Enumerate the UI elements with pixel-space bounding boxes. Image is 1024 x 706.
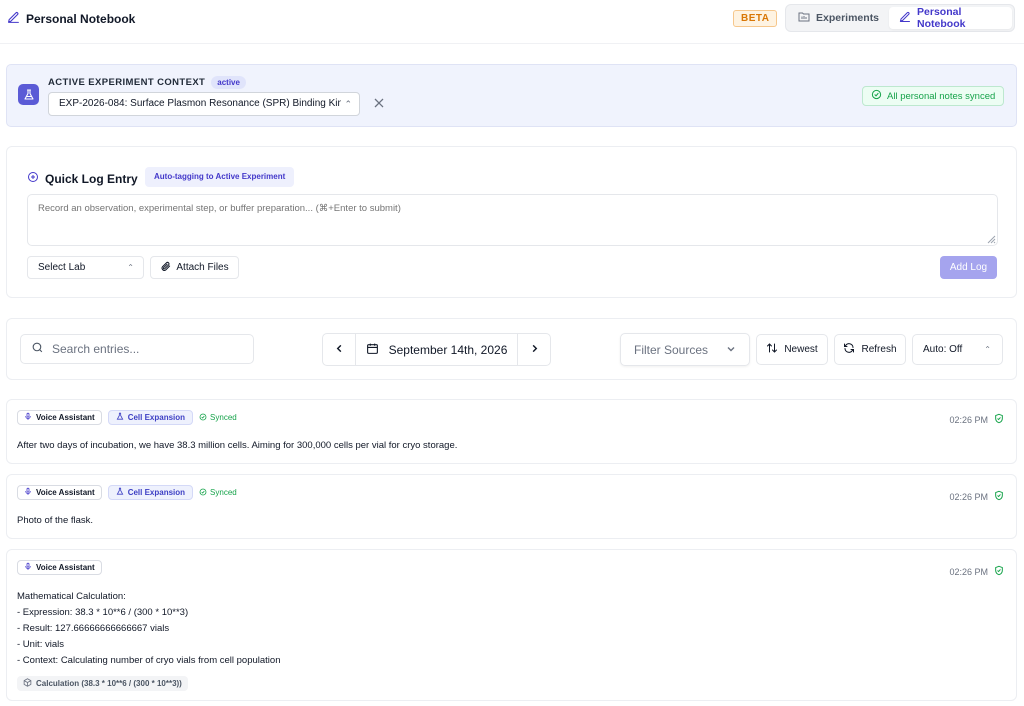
- search-input[interactable]: Search entries...: [20, 334, 254, 364]
- entry-line: - Unit: vials: [17, 639, 64, 650]
- flask-icon: [116, 412, 124, 423]
- source-tag: Voice Assistant: [17, 410, 102, 425]
- cube-icon: [23, 678, 32, 689]
- lab-select[interactable]: Select Lab ⌃: [27, 256, 144, 279]
- calculation-tag: Calculation (38.3 * 10**6 / (300 * 10**3…: [17, 676, 188, 691]
- microphone-icon: [24, 487, 32, 498]
- check-circle-icon: [199, 413, 207, 423]
- flask-icon: [116, 487, 124, 498]
- entry-line: Mathematical Calculation:: [17, 591, 126, 602]
- pencil-icon: [899, 11, 911, 26]
- app-header: Personal Notebook BETA Experiments Perso…: [0, 0, 1024, 44]
- refresh-icon: [843, 342, 855, 357]
- entry-timestamp: 02:26 PM: [949, 413, 1004, 426]
- check-circle-icon: [871, 89, 882, 103]
- synced-badge: Synced: [199, 413, 237, 423]
- source-tag: Voice Assistant: [17, 485, 102, 500]
- microphone-icon: [24, 412, 32, 423]
- paperclip-icon: [160, 261, 171, 275]
- resize-grip-icon[interactable]: [987, 235, 996, 244]
- refresh-button[interactable]: Refresh: [834, 334, 906, 365]
- personal-notebook-view-button[interactable]: Personal Notebook: [889, 6, 1012, 30]
- plus-circle-icon: [27, 171, 39, 186]
- experiment-tag[interactable]: Cell Expansion: [107, 485, 194, 500]
- chevron-down-icon: [726, 343, 736, 357]
- entry-line: - Expression: 38.3 * 10**6 / (300 * 10**…: [17, 607, 189, 618]
- active-experiment-panel: ACTIVE EXPERIMENT CONTEXT active EXP-202…: [6, 64, 1017, 127]
- updown-chevron-icon: ⌃: [984, 345, 991, 354]
- shield-check-icon: [994, 490, 1004, 503]
- source-tag: Voice Assistant: [17, 560, 102, 575]
- quick-log-panel: Quick Log Entry Auto-tagging to Active E…: [6, 146, 1017, 298]
- calendar-icon: [366, 342, 379, 358]
- attach-files-button[interactable]: Attach Files: [150, 256, 239, 279]
- entry-timestamp: 02:26 PM: [949, 490, 1004, 503]
- updown-chevron-icon: ⌃: [127, 263, 134, 272]
- search-icon: [31, 341, 44, 357]
- beta-badge: BETA: [733, 10, 778, 27]
- log-entry: Voice Assistant Cell Expansion Synced 02…: [6, 399, 1017, 464]
- app-title-text: Personal Notebook: [26, 12, 136, 26]
- pencil-icon: [7, 11, 20, 27]
- flask-icon: [18, 84, 39, 105]
- shield-check-icon: [994, 565, 1004, 578]
- previous-day-button[interactable]: [323, 334, 355, 365]
- add-log-button[interactable]: Add Log: [940, 256, 997, 279]
- check-circle-icon: [199, 488, 207, 498]
- entry-timestamp: 02:26 PM: [949, 565, 1004, 578]
- sort-arrows-icon: [766, 342, 778, 357]
- log-entry: Voice Assistant Cell Expansion Synced 02…: [6, 474, 1017, 539]
- clear-experiment-button[interactable]: [371, 96, 387, 112]
- experiments-view-button[interactable]: Experiments: [788, 7, 889, 29]
- auto-tagging-badge: Auto-tagging to Active Experiment: [145, 167, 295, 187]
- experiment-select[interactable]: EXP-2026-084: Surface Plasmon Resonance …: [48, 92, 360, 116]
- synced-badge: Synced: [199, 488, 237, 498]
- experiment-tag[interactable]: Cell Expansion: [107, 410, 194, 425]
- date-picker[interactable]: September 14th, 2026: [355, 334, 518, 365]
- sort-newest-button[interactable]: Newest: [756, 334, 828, 365]
- context-label: ACTIVE EXPERIMENT CONTEXT active: [48, 76, 246, 89]
- entry-text: After two days of incubation, we have 38…: [17, 440, 458, 451]
- updown-chevron-icon: ⌃: [344, 99, 352, 109]
- entry-line: - Context: Calculating number of cryo vi…: [17, 655, 281, 666]
- log-entry-input[interactable]: [27, 194, 998, 246]
- close-icon: [374, 98, 384, 111]
- entry-text: Photo of the flask.: [17, 515, 94, 526]
- chevron-right-icon: [530, 344, 539, 356]
- quick-log-title: Quick Log Entry: [27, 171, 138, 186]
- folder-icon: [798, 11, 810, 25]
- view-toggle: Experiments Personal Notebook: [785, 4, 1015, 32]
- shield-check-icon: [994, 413, 1004, 426]
- entries-toolbar: Search entries... September 14th, 2026 F…: [6, 318, 1017, 380]
- entry-line: - Result: 127.66666666666667 vials: [17, 623, 170, 634]
- app-title: Personal Notebook: [7, 11, 135, 27]
- auto-refresh-select[interactable]: Auto: Off ⌃: [912, 334, 1003, 365]
- microphone-icon: [24, 562, 32, 573]
- chevron-left-icon: [335, 344, 344, 356]
- date-navigator: September 14th, 2026: [322, 333, 551, 366]
- log-entry: Voice Assistant 02:26 PM Mathematical Ca…: [6, 549, 1017, 701]
- filter-sources-dropdown[interactable]: Filter Sources: [620, 333, 750, 366]
- sync-status-badge: All personal notes synced: [862, 86, 1005, 106]
- next-day-button[interactable]: [518, 334, 550, 365]
- status-badge: active: [211, 76, 246, 89]
